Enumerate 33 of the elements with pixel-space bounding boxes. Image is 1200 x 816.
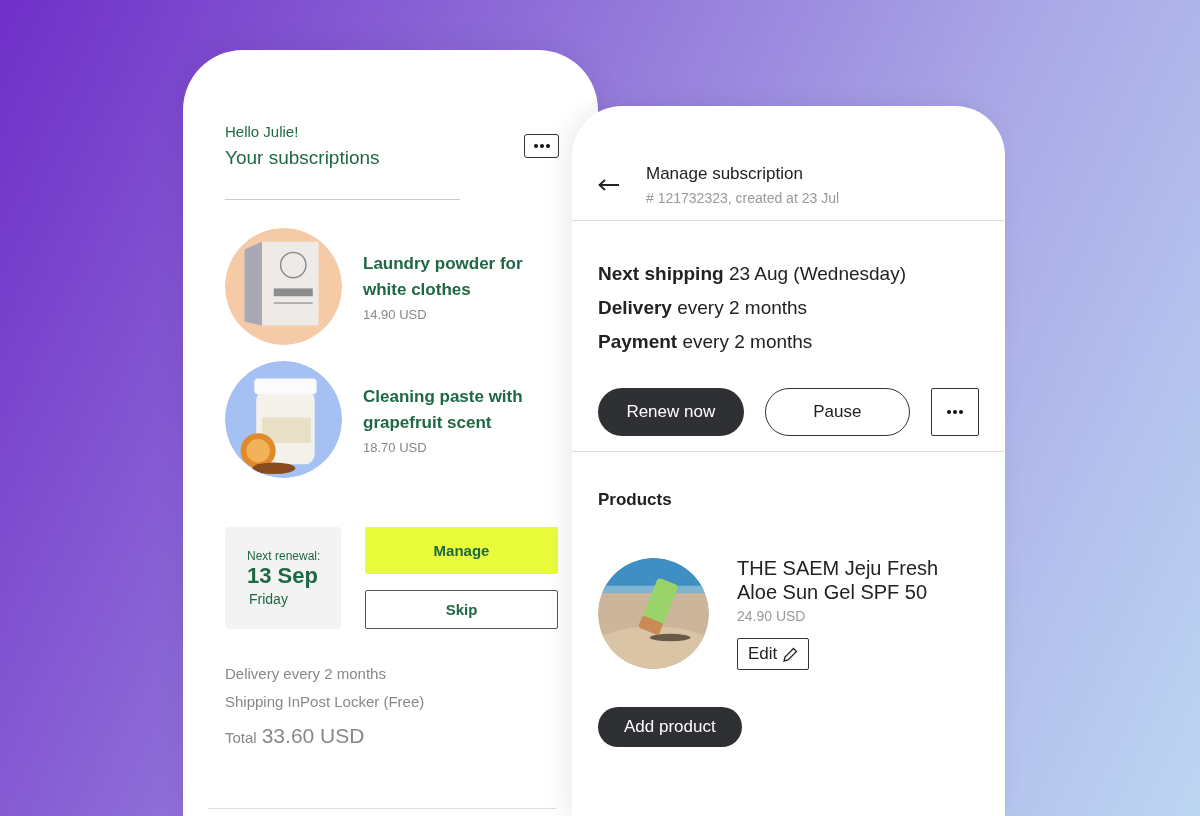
detail-line: Payment every 2 months — [598, 330, 814, 354]
product-name: Laundry powder for white clothes — [363, 253, 524, 301]
renewal-weekday: Friday — [249, 591, 289, 607]
manage-button[interactable]: Manage — [365, 527, 558, 574]
edit-button[interactable]: Edit — [737, 638, 810, 670]
product-price: 18.70 USD — [363, 440, 428, 455]
pencil-icon — [783, 646, 799, 662]
more-button[interactable] — [931, 388, 979, 436]
subscription-id: # 121732323, created at 23 Jul — [646, 190, 840, 206]
total-label: Total — [225, 729, 257, 746]
product-price: 14.90 USD — [363, 307, 428, 322]
back-arrow-icon[interactable] — [598, 179, 620, 191]
section-heading: Products — [598, 490, 673, 510]
renewal-date: 13 Sep — [247, 563, 319, 589]
pause-button[interactable]: Pause — [764, 388, 911, 436]
detail-line: Delivery every 2 months — [598, 296, 809, 320]
delivery-text: Delivery every 2 months — [225, 665, 387, 682]
shipping-text: Shipping InPost Locker (Free) — [225, 693, 426, 710]
skip-button[interactable]: Skip — [365, 590, 558, 629]
more-button[interactable] — [524, 134, 559, 158]
product-name: THE SAEM Jeju Fresh Aloe Sun Gel SPF 50 — [737, 556, 940, 604]
add-product-button[interactable]: Add product — [598, 707, 742, 747]
more-icon — [947, 410, 964, 414]
renewal-label: Next renewal: — [247, 549, 322, 563]
detail-line: Next shipping 23 Aug (Wednesday) — [598, 262, 907, 286]
screen-title: Manage subscription — [646, 164, 804, 184]
more-icon — [533, 144, 550, 148]
renew-button[interactable]: Renew now — [598, 388, 744, 436]
greeting: Hello Julie! — [225, 123, 300, 140]
product-price: 24.90 USD — [737, 608, 807, 624]
product-name: Cleaning paste with grapefruit scent — [363, 386, 524, 434]
total-value: 33.60 USD — [261, 724, 365, 748]
screen-title: Your subscriptions — [225, 147, 380, 169]
